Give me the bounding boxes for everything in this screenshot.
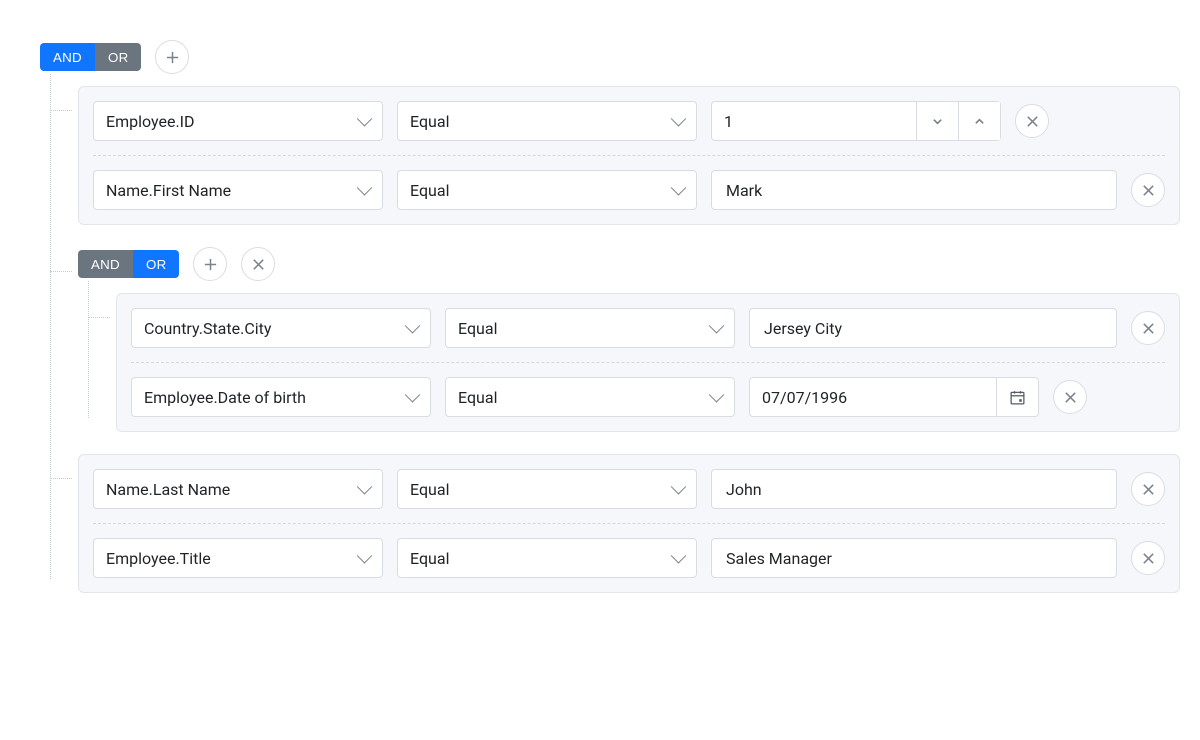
calendar-icon xyxy=(1009,389,1026,406)
and-button[interactable]: AND xyxy=(40,43,95,71)
value-text-input[interactable] xyxy=(711,538,1117,578)
field-dropdown[interactable]: Employee.Date of birth xyxy=(131,377,431,417)
field-dropdown[interactable]: Name.First Name xyxy=(93,170,383,210)
sub-group: AND OR Country.State.City Equal xyxy=(78,247,1180,432)
value-text-input[interactable] xyxy=(711,469,1117,509)
rule-group: Name.Last Name Equal Employee.Title Equa… xyxy=(78,454,1180,593)
chevron-up-icon xyxy=(974,116,985,127)
step-up-button[interactable] xyxy=(958,102,1000,140)
rule-row: Name.First Name Equal xyxy=(93,155,1165,224)
operator-dropdown[interactable]: Equal xyxy=(397,170,697,210)
rule-group: Employee.ID Equal 1 Name.First Name xyxy=(78,86,1180,225)
value-text: 07/07/1996 xyxy=(762,388,996,407)
value-text-input[interactable] xyxy=(749,308,1117,348)
chevron-down-icon xyxy=(932,116,943,127)
delete-rule-button[interactable] xyxy=(1131,173,1165,207)
rule-row: Employee.Date of birth Equal 07/07/1996 xyxy=(131,362,1165,431)
value-input-field[interactable] xyxy=(724,479,1104,500)
value-text: 1 xyxy=(724,112,916,131)
close-icon xyxy=(1063,390,1078,405)
field-dropdown[interactable]: Employee.Title xyxy=(93,538,383,578)
query-builder: AND OR Employee.ID Equal 1 xyxy=(40,40,1180,593)
value-text-input[interactable] xyxy=(711,170,1117,210)
rule-row: Employee.Title Equal xyxy=(93,523,1165,592)
close-icon xyxy=(1141,321,1156,336)
rule-group: Country.State.City Equal Employee.Date o… xyxy=(116,293,1180,432)
operator-dropdown[interactable]: Equal xyxy=(397,469,697,509)
plus-icon xyxy=(165,50,180,65)
operator-dropdown[interactable]: Equal xyxy=(445,308,735,348)
add-rule-button[interactable] xyxy=(193,247,227,281)
or-button[interactable]: OR xyxy=(133,250,180,278)
value-input-field[interactable] xyxy=(762,318,1104,339)
plus-icon xyxy=(203,257,218,272)
delete-rule-button[interactable] xyxy=(1131,311,1165,345)
delete-rule-button[interactable] xyxy=(1053,380,1087,414)
delete-group-button[interactable] xyxy=(241,247,275,281)
rule-row: Employee.ID Equal 1 xyxy=(93,87,1165,155)
close-icon xyxy=(1025,114,1040,129)
close-icon xyxy=(1141,482,1156,497)
and-button[interactable]: AND xyxy=(78,250,133,278)
operator-dropdown[interactable]: Equal xyxy=(397,101,697,141)
delete-rule-button[interactable] xyxy=(1131,472,1165,506)
sub-conjunction-toggle: AND OR xyxy=(78,250,179,278)
operator-dropdown[interactable]: Equal xyxy=(397,538,697,578)
sub-children: Country.State.City Equal Employee.Date o… xyxy=(78,293,1180,432)
field-dropdown[interactable]: Name.Last Name xyxy=(93,469,383,509)
sub-conjunction-row: AND OR xyxy=(78,247,1180,281)
root-conjunction-row: AND OR xyxy=(40,40,1180,74)
close-icon xyxy=(1141,183,1156,198)
value-number-input[interactable]: 1 xyxy=(711,101,1001,141)
close-icon xyxy=(1141,551,1156,566)
add-rule-button[interactable] xyxy=(155,40,189,74)
root-conjunction-toggle: AND OR xyxy=(40,43,141,71)
field-dropdown[interactable]: Country.State.City xyxy=(131,308,431,348)
field-dropdown[interactable]: Employee.ID xyxy=(93,101,383,141)
delete-rule-button[interactable] xyxy=(1015,104,1049,138)
step-down-button[interactable] xyxy=(916,102,958,140)
root-children: Employee.ID Equal 1 Name.First Name xyxy=(40,86,1180,593)
value-date-input[interactable]: 07/07/1996 xyxy=(749,377,1039,417)
delete-rule-button[interactable] xyxy=(1131,541,1165,575)
rule-row: Country.State.City Equal xyxy=(131,294,1165,362)
close-icon xyxy=(251,257,266,272)
calendar-button[interactable] xyxy=(996,378,1038,416)
or-button[interactable]: OR xyxy=(95,43,142,71)
operator-dropdown[interactable]: Equal xyxy=(445,377,735,417)
value-input-field[interactable] xyxy=(724,180,1104,201)
value-input-field[interactable] xyxy=(724,548,1104,569)
rule-row: Name.Last Name Equal xyxy=(93,455,1165,523)
